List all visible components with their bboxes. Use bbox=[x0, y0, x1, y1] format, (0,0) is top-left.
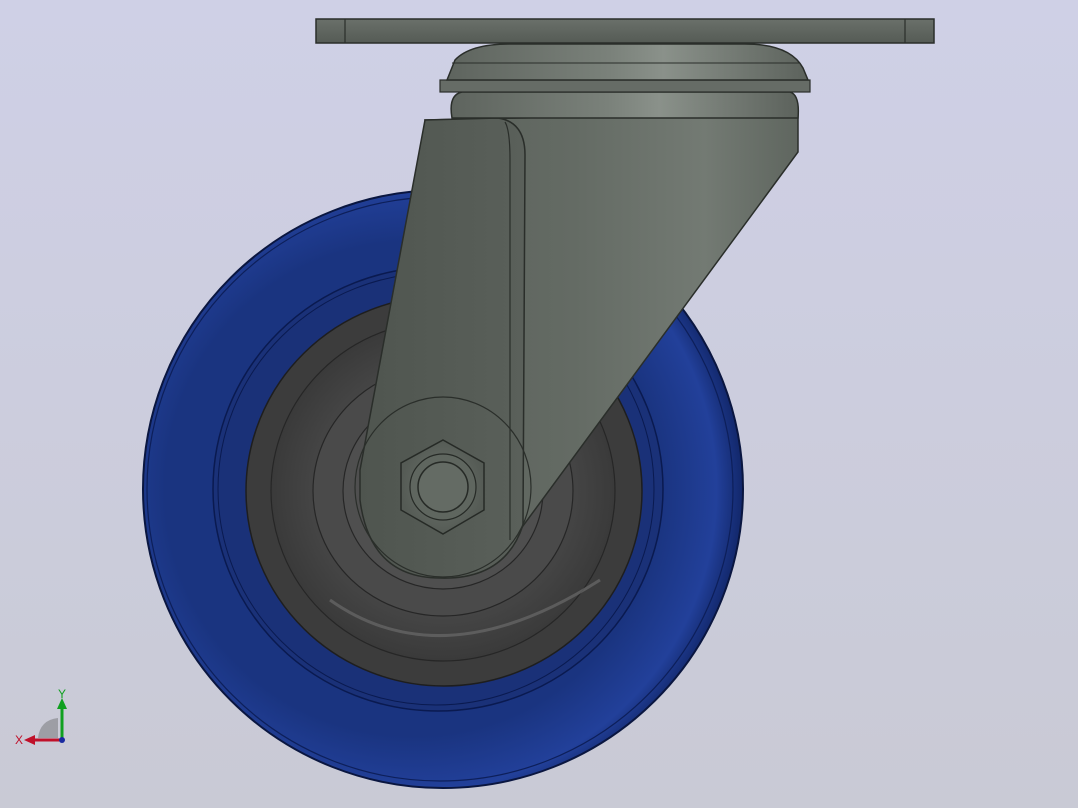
graphics-viewport[interactable]: Y X bbox=[0, 0, 1078, 808]
bearing-lower-race bbox=[450, 91, 800, 119]
model-view[interactable] bbox=[0, 0, 1078, 808]
bearing-ring bbox=[439, 79, 811, 93]
triad-plane-icon bbox=[38, 718, 58, 738]
bearing-upper-race bbox=[445, 43, 810, 81]
z-axis-icon bbox=[59, 737, 65, 743]
x-axis-label: X bbox=[15, 733, 23, 747]
mounting-plate[interactable] bbox=[315, 18, 935, 44]
reference-triad[interactable]: Y X bbox=[10, 684, 80, 754]
x-arrow-icon bbox=[24, 735, 35, 745]
top-plate bbox=[315, 18, 935, 44]
swivel-bearing[interactable] bbox=[439, 43, 811, 119]
y-axis-label: Y bbox=[58, 687, 66, 701]
axle-bolt bbox=[417, 461, 469, 513]
